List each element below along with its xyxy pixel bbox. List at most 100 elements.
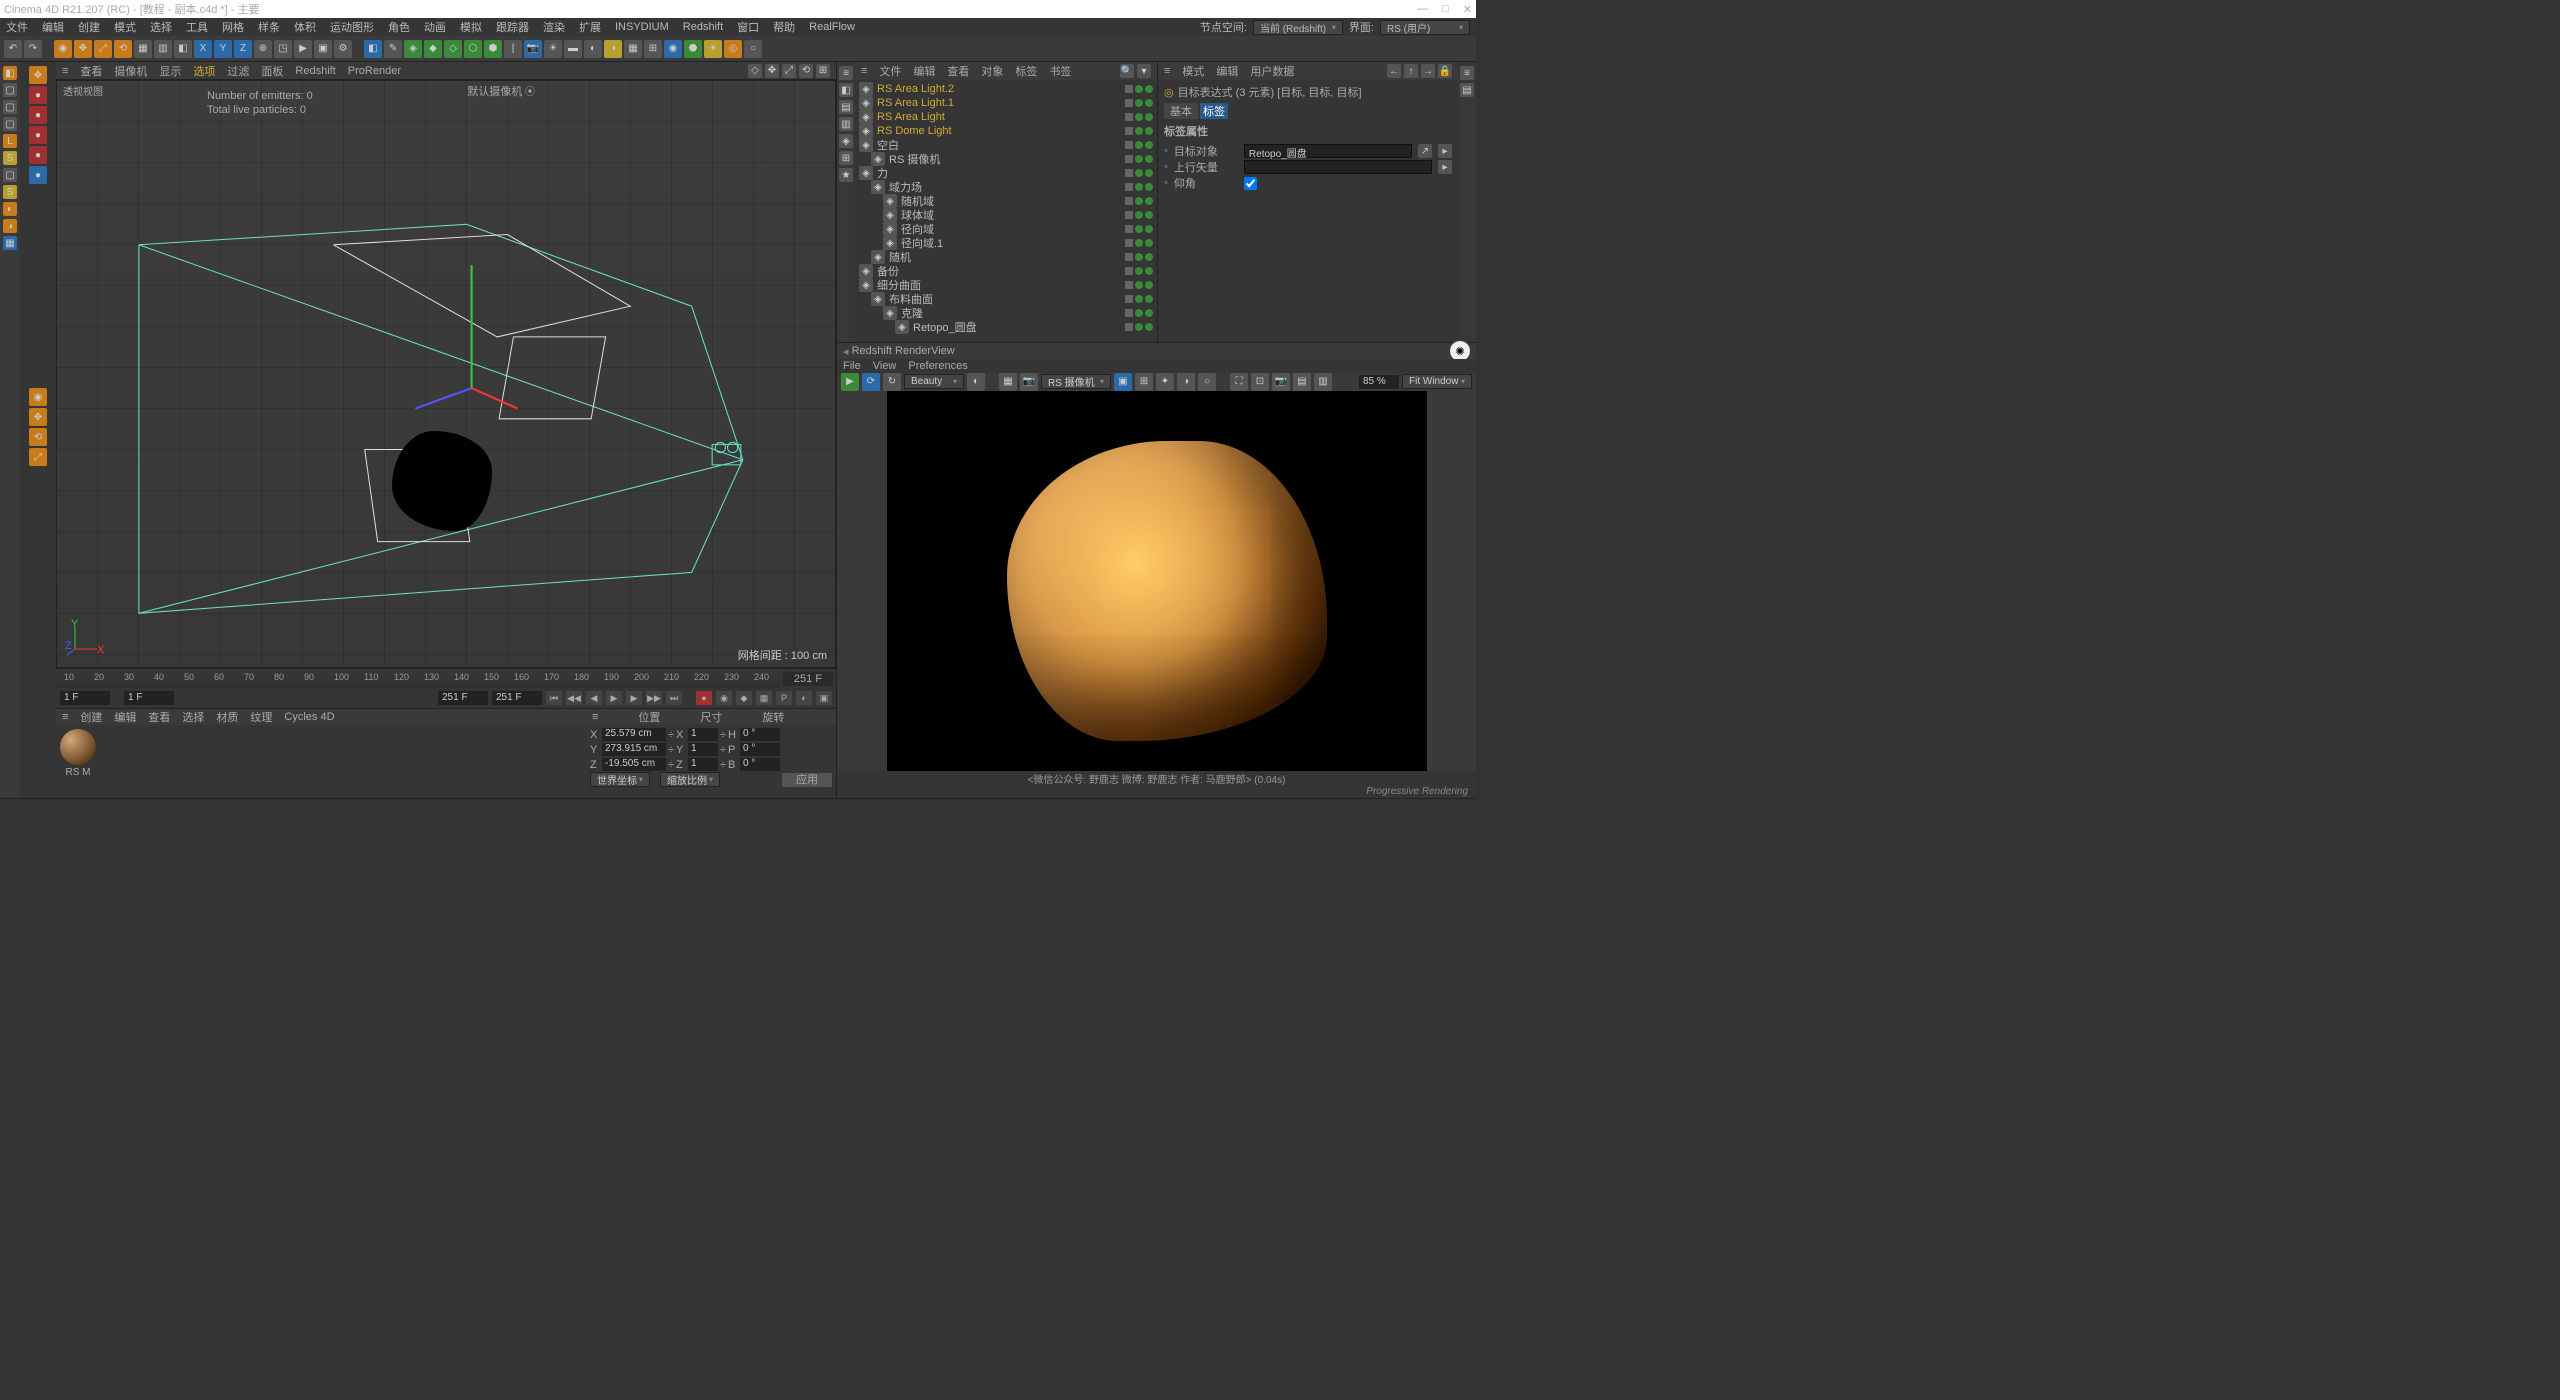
mograph-icon[interactable]: ⬡ — [464, 40, 482, 58]
target-object-input[interactable]: Retopo_圆盘 — [1244, 144, 1412, 158]
tool-icon[interactable]: ▣ — [816, 691, 832, 705]
menu-redshift[interactable]: Redshift — [683, 21, 723, 33]
window-minimize[interactable]: — — [1417, 3, 1428, 16]
object-row[interactable]: ◈随机域 — [855, 194, 1157, 208]
menu-help[interactable]: 帮助 — [773, 19, 795, 35]
tool-icon[interactable]: ◧ — [174, 40, 192, 58]
mat-tab-texture[interactable]: 纹理 — [250, 709, 272, 725]
mode-icon[interactable]: ▢ — [3, 100, 17, 114]
rot-input[interactable]: 0 ° — [740, 728, 780, 741]
object-row[interactable]: ◈空白 — [855, 138, 1157, 152]
menu-character[interactable]: 角色 — [388, 19, 410, 35]
effector-icon[interactable]: ⬢ — [484, 40, 502, 58]
menu-realflow[interactable]: RealFlow — [809, 21, 855, 33]
select-tool-icon[interactable]: ◉ — [54, 40, 72, 58]
rotate-icon[interactable]: ⟲ — [29, 428, 47, 446]
obj-tab-edit[interactable]: 编辑 — [913, 63, 935, 79]
pos-input[interactable]: 25.579 cm — [602, 728, 666, 741]
rv-camera-icon[interactable]: 📷 — [1020, 373, 1038, 391]
render-toggle[interactable] — [1145, 183, 1153, 191]
vp-menu-view[interactable]: 查看 — [80, 63, 102, 79]
tool-icon[interactable]: ● — [29, 146, 47, 164]
tool-icon[interactable]: ◎ — [724, 40, 742, 58]
layer-toggle[interactable] — [1125, 169, 1133, 177]
vp-menu-options[interactable]: 选项 — [193, 63, 215, 79]
layer-toggle[interactable] — [1125, 225, 1133, 233]
render-settings-icon[interactable]: ⚙ — [334, 40, 352, 58]
render-region-icon[interactable]: ▣ — [314, 40, 332, 58]
axis-x-icon[interactable]: X — [194, 40, 212, 58]
size-input[interactable]: 1 — [688, 743, 718, 756]
visibility-toggle[interactable] — [1135, 127, 1143, 135]
menu-edit[interactable]: 编辑 — [42, 19, 64, 35]
tool-icon[interactable]: ▦ — [134, 40, 152, 58]
visibility-toggle[interactable] — [1135, 113, 1143, 121]
mode-icon[interactable]: ▦ — [3, 236, 17, 250]
rv-canvas[interactable] — [837, 391, 1476, 771]
strip-icon[interactable]: ≡ — [1460, 66, 1474, 80]
menu-create[interactable]: 创建 — [78, 19, 100, 35]
obj-tab-bookmarks[interactable]: 书签 — [1049, 63, 1071, 79]
mode-icon[interactable]: ▢ — [3, 117, 17, 131]
autokey-icon[interactable]: ◉ — [716, 691, 732, 705]
visibility-toggle[interactable] — [1135, 155, 1143, 163]
light-icon[interactable]: ☀ — [544, 40, 562, 58]
layer-toggle[interactable] — [1125, 197, 1133, 205]
vp-nav-icon[interactable]: ✥ — [765, 64, 779, 78]
vp-nav-icon[interactable]: ◇ — [748, 64, 762, 78]
tool-icon[interactable]: P — [776, 691, 792, 705]
prev-key-icon[interactable]: ◀◀ — [566, 691, 582, 705]
visibility-toggle[interactable] — [1135, 197, 1143, 205]
key-icon[interactable]: ▦ — [756, 691, 772, 705]
visibility-toggle[interactable] — [1135, 239, 1143, 247]
coord-icon[interactable]: ◳ — [274, 40, 292, 58]
frame-end-input[interactable]: 251 F — [438, 691, 488, 705]
render-toggle[interactable] — [1145, 267, 1153, 275]
menu-insydium[interactable]: INSYDIUM — [615, 21, 669, 33]
nav-fwd-icon[interactable]: → — [1421, 64, 1435, 78]
palette-icon[interactable]: ◈ — [839, 134, 853, 148]
object-row[interactable]: ◈RS Area Light.1 — [855, 96, 1157, 110]
dropdown-icon[interactable]: ▸ — [1438, 144, 1452, 158]
menu-file[interactable]: 文件 — [6, 19, 28, 35]
layer-toggle[interactable] — [1125, 211, 1133, 219]
generator-icon[interactable]: ◆ — [424, 40, 442, 58]
visibility-toggle[interactable] — [1135, 211, 1143, 219]
mode-icon[interactable]: S — [3, 151, 17, 165]
tool-icon[interactable]: ○ — [744, 40, 762, 58]
rv-ipr-icon[interactable]: ⟳ — [862, 373, 880, 391]
tool-icon[interactable]: | — [504, 40, 522, 58]
rv-snapshot-icon[interactable]: 📷 — [1272, 373, 1290, 391]
visibility-toggle[interactable] — [1135, 141, 1143, 149]
scale-tool-icon[interactable]: ⤢ — [94, 40, 112, 58]
object-row[interactable]: ◈随机 — [855, 250, 1157, 264]
scale-icon[interactable]: ⤢ — [29, 448, 47, 466]
mode-icon[interactable]: ▢ — [3, 168, 17, 182]
coord-icon[interactable]: ⊕ — [254, 40, 272, 58]
nav-back-icon[interactable]: ← — [1387, 64, 1401, 78]
render-toggle[interactable] — [1145, 127, 1153, 135]
render-toggle[interactable] — [1145, 197, 1153, 205]
object-row[interactable]: ◈RS Area Light — [855, 110, 1157, 124]
layer-toggle[interactable] — [1125, 323, 1133, 331]
menu-tracker[interactable]: 跟踪器 — [496, 19, 529, 35]
mat-tab-cycles[interactable]: Cycles 4D — [284, 711, 334, 723]
node-space-select[interactable]: 当前 (Redshift) — [1253, 20, 1343, 35]
pos-input[interactable]: -19.505 cm — [602, 758, 666, 771]
redo-icon[interactable]: ↷ — [24, 40, 42, 58]
frame-range-input[interactable]: 251 F — [492, 691, 542, 705]
rv-fit-select[interactable]: Fit Window — [1402, 374, 1472, 389]
mat-tab-view[interactable]: 查看 — [148, 709, 170, 725]
timeline-ruler[interactable]: 1020304050607080901001101201301401501601… — [56, 668, 836, 688]
coord-scale-select[interactable]: 缩放比例 — [660, 772, 720, 787]
tool-icon[interactable]: ◑ — [604, 40, 622, 58]
up-vector-input[interactable] — [1244, 160, 1432, 174]
visibility-toggle[interactable] — [1135, 281, 1143, 289]
attr-tab-mode[interactable]: 模式 — [1182, 63, 1204, 79]
visibility-toggle[interactable] — [1135, 183, 1143, 191]
object-row[interactable]: ◈Retopo_圆盘 — [855, 320, 1157, 334]
cube-icon[interactable]: ◧ — [364, 40, 382, 58]
render-toggle[interactable] — [1145, 239, 1153, 247]
visibility-toggle[interactable] — [1135, 253, 1143, 261]
rv-menu-view[interactable]: View — [873, 360, 897, 372]
